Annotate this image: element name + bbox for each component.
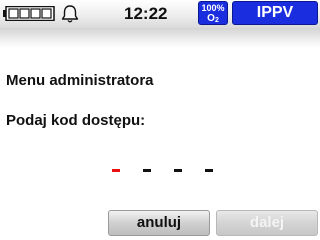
next-button[interactable]: dalej [216,210,318,236]
code-digit-placeholder [205,169,213,172]
code-digit-placeholder [143,169,151,172]
code-digit-placeholder [112,169,120,172]
code-digit-placeholder [174,169,182,172]
access-code-prompt: Podaj kod dostępu: [6,112,146,129]
battery-icon [3,6,55,21]
ventilation-mode-button[interactable]: IPPV [232,1,318,25]
oxygen-percent: 100% [201,3,225,13]
oxygen-subscript: 2 [214,17,219,24]
cancel-button[interactable]: anuluj [108,210,210,236]
oxygen-label: O2 [199,13,227,26]
oxygen-indicator: 100% O2 [198,1,228,25]
status-bar-shadow [0,28,320,48]
admin-login-screen: 12:22 100% O2 IPPV Menu administratora P… [0,0,320,240]
page-title: Menu administratora [6,72,154,89]
clock: 12:22 [124,4,168,23]
oxygen-gas: O [207,13,215,24]
bell-icon [61,5,79,23]
